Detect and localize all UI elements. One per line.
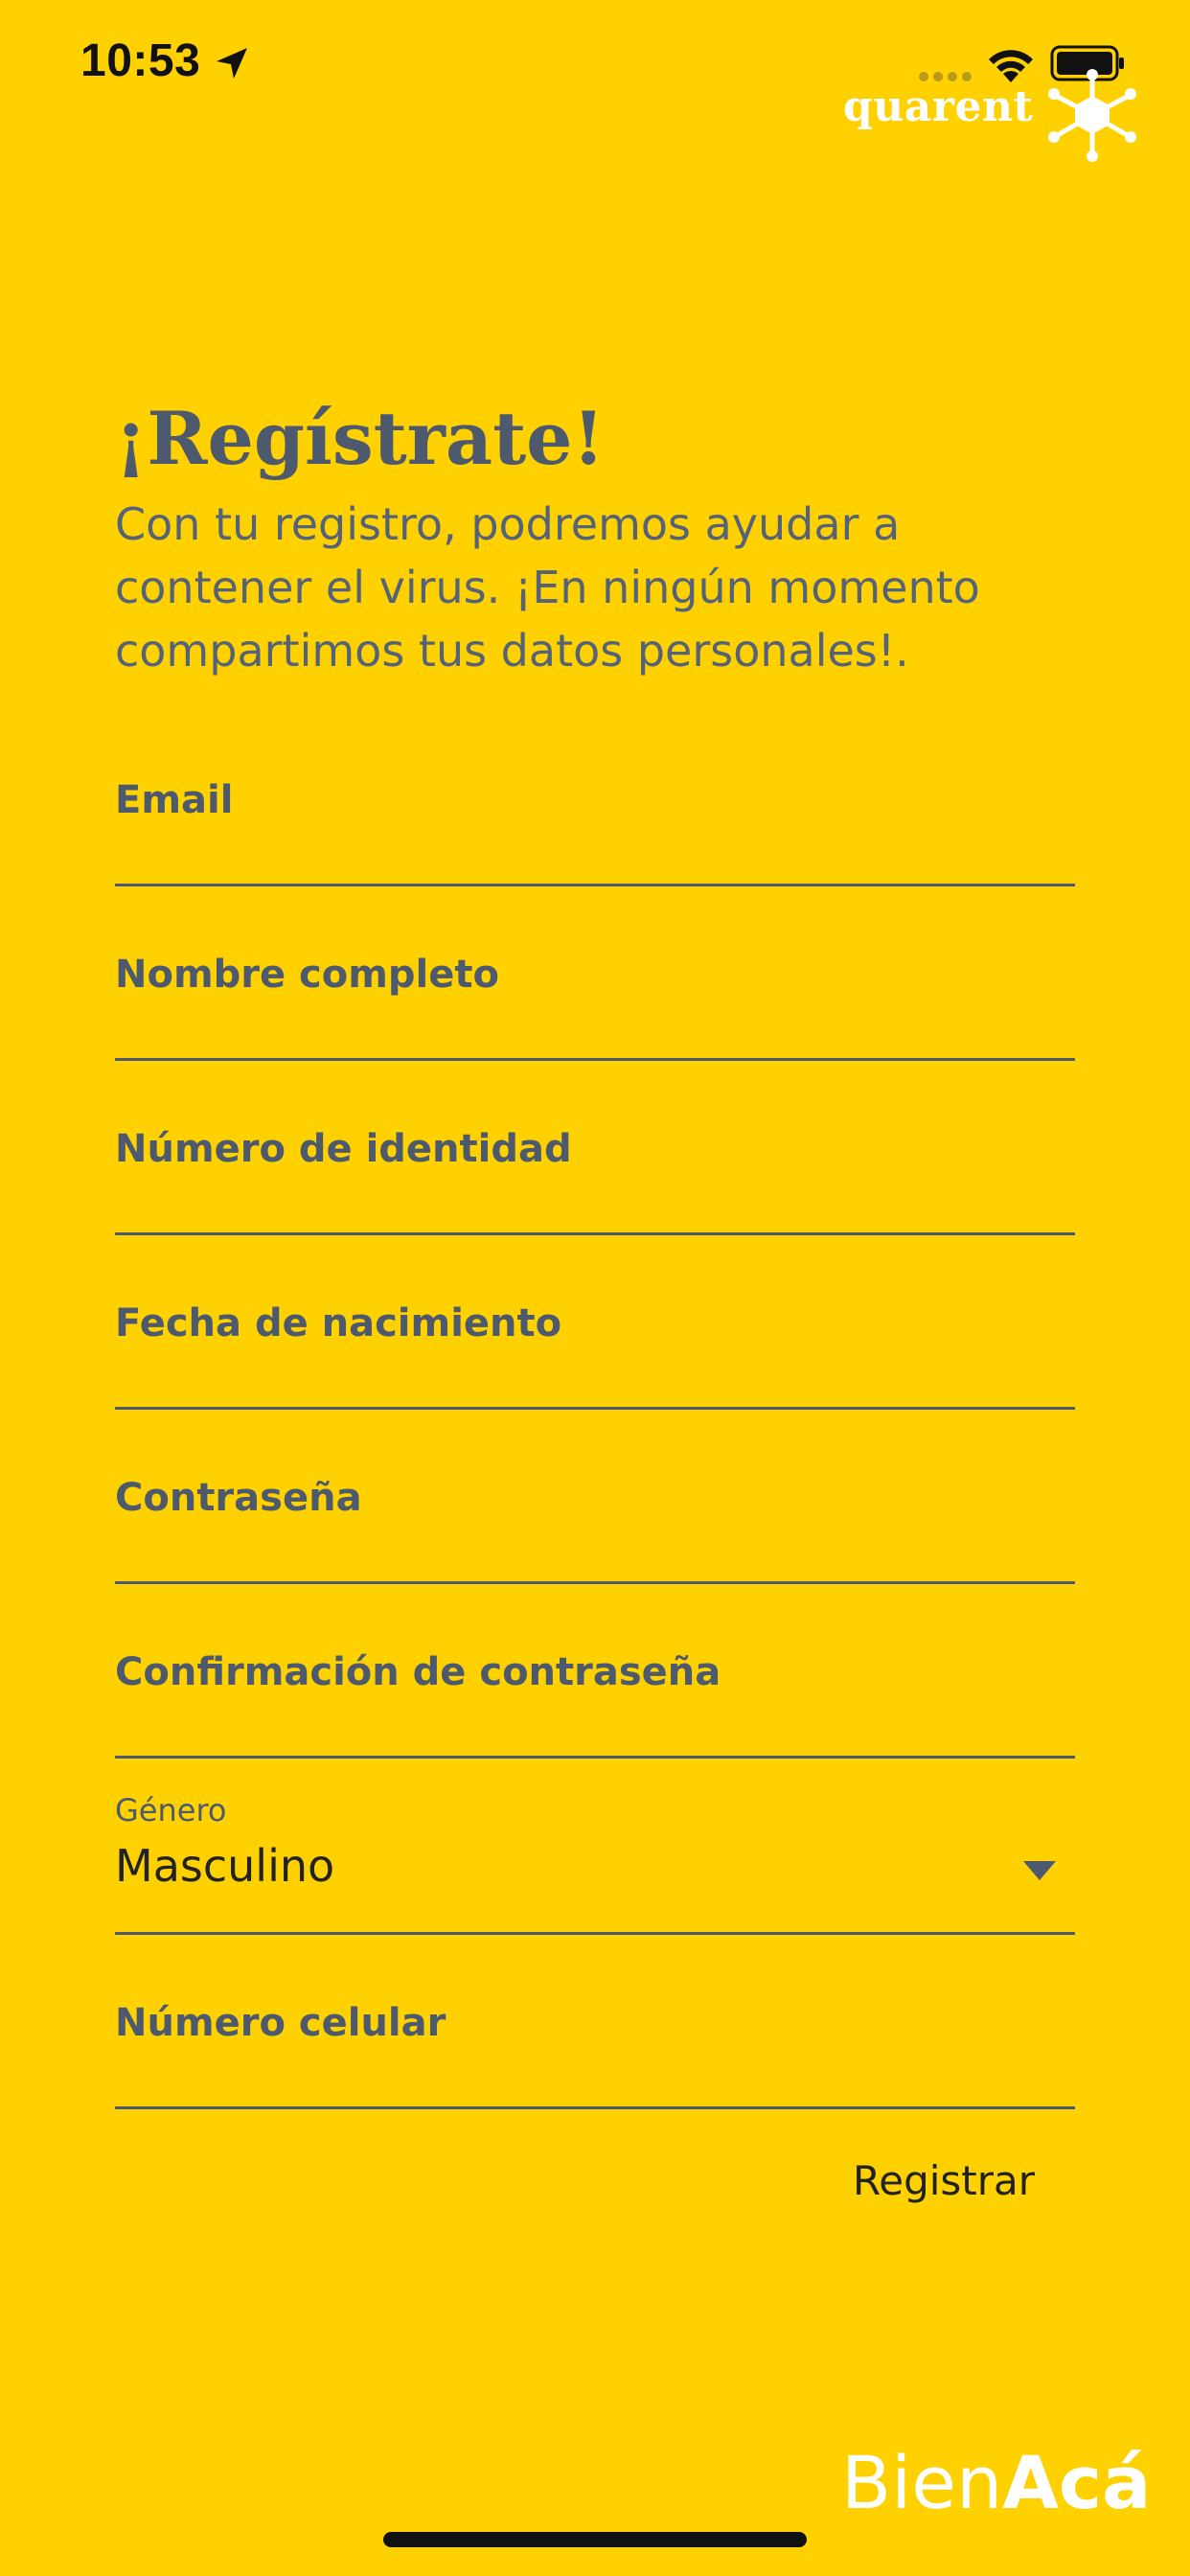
status-time: 10:53 [80,35,201,86]
phone-input[interactable] [115,2045,1075,2103]
password-confirm-label: Confirmación de contraseña [115,1650,721,1694]
password-field[interactable]: Contraseña [115,1464,1075,1584]
birthdate-field[interactable]: Fecha de nacimiento [115,1290,1075,1410]
brand-name: quarent [843,82,1034,131]
id-number-field[interactable]: Número de identidad [115,1116,1075,1235]
page-title: ¡Regístrate! [115,396,605,481]
virus-molecule-icon [1048,69,1136,162]
gender-select[interactable]: Género Masculino [115,1792,1075,1935]
footer-logo-bold: Acá [1002,2440,1152,2525]
birthdate-input[interactable] [115,1346,1075,1403]
footer-logo-light: Bien [841,2440,1003,2525]
location-arrow-icon [217,48,247,79]
id-number-input[interactable] [115,1171,1075,1229]
gender-label: Género [115,1792,227,1828]
password-label: Contraseña [115,1476,362,1520]
password-confirm-field[interactable]: Confirmación de contraseña [115,1639,1075,1759]
id-number-label: Número de identidad [115,1127,572,1171]
page-subtitle: Con tu registro, podremos ayudar a conte… [115,498,980,677]
register-button[interactable]: Registrar [843,2147,1044,2214]
gender-value: Masculino [115,1840,335,1892]
email-field[interactable]: Email [115,767,1075,886]
full-name-label: Nombre completo [115,953,499,997]
phone-field[interactable]: Número celular [115,1990,1075,2109]
footer-logo: BienAcá [841,2440,1151,2526]
brand-logo: quarent [843,69,1140,169]
full-name-field[interactable]: Nombre completo [115,941,1075,1061]
caret-down-icon [1023,1861,1056,1880]
birthdate-label: Fecha de nacimiento [115,1301,562,1346]
phone-label: Número celular [115,2001,446,2045]
full-name-input[interactable] [115,997,1075,1054]
email-label: Email [115,778,234,822]
password-input[interactable] [115,1520,1075,1577]
home-indicator[interactable] [383,2532,807,2547]
email-input[interactable] [115,822,1075,880]
password-confirm-input[interactable] [115,1694,1075,1752]
